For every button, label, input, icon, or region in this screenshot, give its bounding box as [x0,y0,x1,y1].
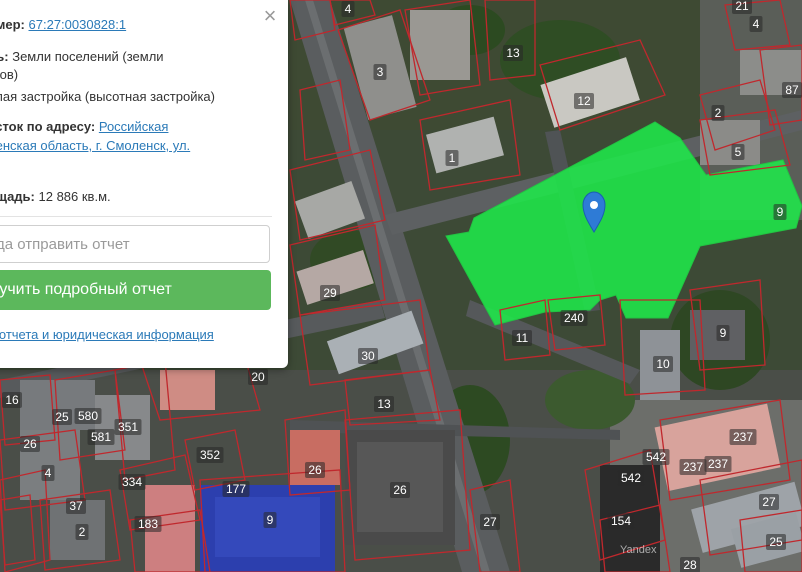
parcel-number-label[interactable]: 183 [138,517,158,531]
parcel-number-label[interactable]: 581 [91,430,111,444]
parcel-number-label[interactable]: 237 [708,457,728,471]
area-row: ощадь: 12 886 кв.м. [0,188,111,205]
parcel-number-label[interactable]: 25 [769,535,783,549]
parcel-number-label[interactable]: 3 [377,65,384,79]
area-label: ощадь: [0,189,35,204]
category-row: ль: Земли поселений (земли [0,48,164,65]
address-label: асток по адресу: [0,119,96,134]
parcel-number-label[interactable]: 4 [45,466,52,480]
parcel-number-label[interactable]: 9 [777,205,784,219]
parcel-info-popup: × омер: 67:27:0030828:1 ль: Земли поселе… [0,0,288,368]
parcel-number-label[interactable]: 26 [393,483,407,497]
parcel-number-label[interactable]: 11 [516,331,529,345]
parcel-number-label[interactable]: 29 [323,286,337,300]
parcel-number-label[interactable]: 37 [69,499,83,513]
parcel-number-label[interactable]: 16 [5,393,19,407]
parcel-number-label[interactable]: 26 [23,437,37,451]
cadastral-number-link[interactable]: 67:27:0030828:1 [29,17,127,32]
parcel-number-label[interactable]: 26 [308,463,322,477]
parcel-number-label[interactable]: 20 [251,370,265,384]
category-value: Земли поселений (земли [12,49,164,64]
cadastral-label: омер: [0,17,25,32]
cadastral-row: омер: 67:27:0030828:1 [0,16,126,33]
parcel-number-label[interactable]: 2 [715,106,722,120]
parcel-number-label[interactable]: 237 [683,460,703,474]
address-link-2[interactable]: ленская область, г. Смоленск, ул. [0,138,190,153]
category-value-line-2: ктов) [0,67,19,82]
address-row: асток по адресу: Российская [0,118,168,135]
parcel-number-label[interactable]: 21 [735,0,749,13]
parcel-number-label[interactable]: 580 [78,409,98,423]
address-link[interactable]: Российская [99,119,169,134]
parcel-number-label[interactable]: 30 [361,349,375,363]
close-icon[interactable]: × [260,5,280,27]
parcel-number-label[interactable]: 9 [720,326,727,340]
parcel-number-label[interactable]: 4 [753,17,760,31]
parcel-number-label[interactable]: 237 [733,430,753,444]
parcel-number-label[interactable]: 334 [122,475,142,489]
parcel-number-label[interactable]: 13 [377,397,391,411]
map-watermark: Yandex [620,544,657,556]
parcel-number-label[interactable]: 10 [656,357,670,371]
email-field[interactable] [0,225,270,263]
parcel-number-label[interactable]: 1 [449,151,456,165]
parcel-number-label[interactable]: 352 [200,448,220,462]
parcel-number-label[interactable]: 154 [611,514,631,528]
parcel-number-label[interactable]: 351 [118,420,138,434]
parcel-number-label[interactable]: 177 [226,482,246,496]
footer-row: и отчета и юридическая информация [0,326,214,343]
parcel-number-label[interactable]: 27 [762,495,776,509]
parcel-number-label[interactable]: 240 [564,311,584,325]
address-line-2: ленская область, г. Смоленск, ул. [0,137,190,154]
get-report-button[interactable]: лучить подробный отчет [0,270,271,310]
parcel-number-label[interactable]: 4 [345,2,352,16]
parcel-number-label[interactable]: 542 [621,471,641,485]
area-value: 12 886 кв.м. [38,189,111,204]
parcel-number-label[interactable]: 542 [646,450,666,464]
parcel-number-label[interactable]: 28 [683,558,697,572]
popup-divider [0,216,272,217]
parcel-number-label[interactable]: 9 [267,513,274,527]
parcel-number-label[interactable]: 25 [55,410,69,424]
parcel-number-label[interactable]: 12 [577,94,591,108]
category-label: ль: [0,49,9,64]
parcel-number-label[interactable]: 5 [735,145,742,159]
parcel-number-label[interactable]: 2 [79,525,86,539]
parcel-number-label[interactable]: 87 [785,83,799,97]
parcel-number-label[interactable]: 13 [506,46,520,60]
legal-info-link[interactable]: и отчета и юридическая информация [0,327,214,342]
parcel-number-label[interactable]: 27 [483,515,497,529]
category-value-line-3: илая застройка (высотная застройка) [0,89,215,104]
